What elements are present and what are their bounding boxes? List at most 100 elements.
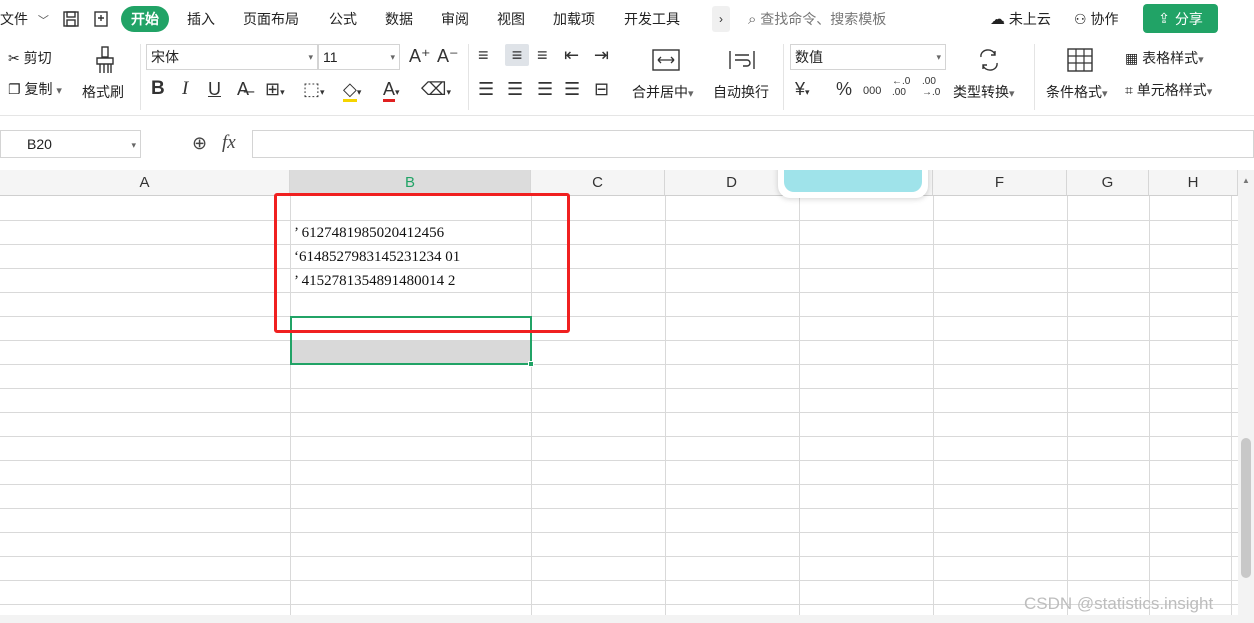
format-painter-label[interactable]: 格式刷 (82, 82, 124, 102)
conditional-format-icon[interactable] (1065, 46, 1095, 74)
conditional-format-button[interactable]: 条件格式▾ (1046, 82, 1108, 102)
merge-center-button[interactable]: 合并居中▾ (632, 82, 694, 102)
cloud-icon: ☁ (990, 11, 1005, 28)
chevron-down-icon: ▾ (390, 52, 395, 62)
tab-review[interactable]: 审阅 (441, 0, 469, 38)
collab-label: 协作 (1090, 11, 1119, 27)
scroll-up-icon[interactable]: ▲ (1242, 176, 1250, 185)
cloud-status[interactable]: ☁ 未上云 (990, 0, 1051, 38)
chevron-right-icon[interactable]: › (712, 6, 730, 32)
search-placeholder: 查找命令、搜索模板 (760, 11, 887, 27)
tab-page-layout[interactable]: 页面布局 (243, 0, 299, 38)
tab-view[interactable]: 视图 (497, 0, 525, 38)
collab-button[interactable]: ⚇ 协作 (1074, 0, 1118, 38)
merge-label: 合并居中 (632, 84, 688, 100)
underline-icon[interactable]: U (208, 78, 221, 100)
share-label: 分享 (1174, 10, 1203, 27)
table-style-button[interactable]: ▦ 表格样式▾ (1125, 48, 1204, 68)
cut-button[interactable]: ✂ 剪切 (8, 48, 52, 68)
font-size-select[interactable]: 11 ▾ (318, 44, 400, 70)
fill-color-icon[interactable]: ◇▾ (343, 78, 361, 103)
justify-icon[interactable]: ☰ (564, 78, 580, 100)
column-header-g[interactable]: G (1067, 170, 1149, 196)
file-menu[interactable]: 文件 ﹀ (0, 0, 49, 38)
currency-icon[interactable]: ¥▾ (795, 78, 810, 103)
save-icon[interactable] (60, 8, 82, 30)
chevron-down-icon: ▾ (308, 52, 313, 62)
spreadsheet-grid[interactable]: A B C D E F G H ’ 6127481985020412456 ‘6… (0, 170, 1238, 623)
highlight-annotation (274, 193, 570, 333)
copy-button[interactable]: ❐ 复制 ▾ (8, 79, 62, 99)
thousands-icon[interactable]: 000 (863, 80, 881, 102)
align-right-icon[interactable]: ☰ (537, 78, 553, 100)
formula-input[interactable] (252, 130, 1254, 158)
tab-insert[interactable]: 插入 (187, 0, 215, 38)
watermark: CSDN @statistics.insight (1024, 594, 1214, 613)
type-convert-button[interactable]: 类型转换▾ (953, 82, 1015, 102)
tab-formulas[interactable]: 公式 (329, 0, 357, 38)
cell-style-label: 单元格样式 (1136, 82, 1207, 98)
tab-home[interactable]: 开始 (121, 6, 169, 32)
align-middle-icon[interactable]: ≡ (505, 44, 529, 66)
scroll-thumb[interactable] (1241, 438, 1251, 578)
percent-icon[interactable]: % (836, 78, 852, 100)
fill-handle[interactable] (528, 361, 534, 367)
zoom-icon[interactable]: ⊕ (192, 133, 207, 154)
horizontal-scrollbar[interactable] (0, 615, 1238, 623)
italic-icon[interactable]: I (182, 78, 188, 100)
brush-icon[interactable] (90, 44, 120, 76)
sticker-banner (784, 170, 922, 192)
chevron-down-icon: ▾ (936, 52, 941, 62)
chevron-down-icon: ▾ (56, 85, 62, 97)
decrease-font-icon[interactable]: A⁻ (437, 45, 459, 67)
increase-font-icon[interactable]: A⁺ (409, 45, 431, 67)
share-button[interactable]: ⇪ 分享 (1143, 4, 1218, 33)
align-left-icon[interactable]: ☰ (478, 78, 494, 100)
border-icon[interactable]: ⊞▾ (265, 78, 285, 103)
column-header-f[interactable]: F (933, 170, 1067, 196)
wrap-text-icon[interactable] (727, 46, 757, 74)
tab-data[interactable]: 数据 (385, 0, 413, 38)
chevron-down-icon: ▾ (131, 140, 136, 150)
column-header-h[interactable]: H (1149, 170, 1238, 196)
convert-icon[interactable] (975, 46, 1003, 74)
decorative-sticker (778, 170, 928, 198)
increase-indent-icon[interactable]: ⇥ (594, 44, 609, 66)
table-style-icon: ▦ (1125, 50, 1139, 66)
wrap-text-label[interactable]: 自动换行 (713, 82, 769, 102)
cloud-label: 未上云 (1008, 11, 1051, 27)
ribbon: ✂ 剪切 ❐ 复制 ▾ 格式刷 宋体 ▾ 11 ▾ A⁺ A⁻ B I U A̶… (0, 38, 1254, 116)
fill-pattern-icon[interactable]: ⬚▾ (303, 78, 325, 103)
align-bottom-icon[interactable]: ≡ (537, 44, 548, 66)
cell-style-button[interactable]: ⌗ 单元格样式▾ (1125, 80, 1212, 100)
number-format-select[interactable]: 数值 ▾ (790, 44, 946, 70)
table-style-label: 表格样式 (1142, 50, 1199, 66)
strikethrough-icon[interactable]: A̶ (237, 78, 249, 100)
bold-icon[interactable]: B (151, 78, 165, 100)
decrease-decimal-icon[interactable]: .00 →.0 (922, 76, 940, 98)
font-color-icon[interactable]: A▾ (383, 78, 400, 103)
decrease-indent-icon[interactable]: ⇤ (564, 44, 579, 66)
tab-addins[interactable]: 加载项 (553, 0, 595, 38)
align-center-icon[interactable]: ☰ (507, 78, 523, 100)
name-box[interactable]: B20 ▾ (0, 130, 141, 158)
cell-reference: B20 (27, 136, 52, 152)
copy-icon: ❐ (8, 81, 21, 97)
vertical-scrollbar[interactable]: ▲ (1238, 170, 1254, 623)
export-icon[interactable] (90, 8, 112, 30)
eraser-icon[interactable]: ⌫▾ (421, 78, 451, 103)
distribute-icon[interactable]: ⊟ (594, 78, 609, 100)
cell-style-icon: ⌗ (1125, 82, 1133, 98)
merge-icon[interactable] (651, 46, 681, 74)
chevron-down-icon: ﹀ (37, 15, 49, 27)
increase-decimal-icon[interactable]: ←.0.00 (892, 76, 910, 98)
search-command[interactable]: ⌕ 查找命令、搜索模板 (748, 8, 886, 30)
column-header-a[interactable]: A (0, 170, 290, 196)
tab-developer[interactable]: 开发工具 (624, 0, 680, 38)
font-name-select[interactable]: 宋体 ▾ (146, 44, 318, 70)
file-menu-label: 文件 (0, 11, 28, 27)
scissors-icon: ✂ (8, 50, 20, 66)
fx-icon[interactable]: fx (222, 132, 236, 154)
user-icon: ⚇ (1074, 11, 1087, 27)
align-top-icon[interactable]: ≡ (478, 44, 489, 66)
